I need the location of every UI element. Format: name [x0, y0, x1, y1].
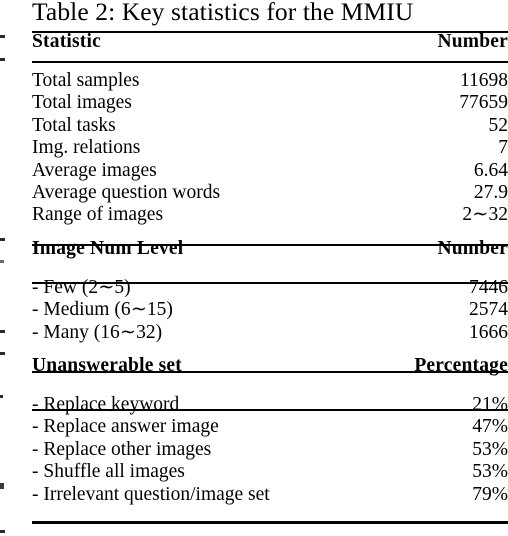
row-value: 6.64 — [473, 159, 508, 181]
section-header-row-image-num-level: Image Num Level Number — [32, 238, 508, 268]
column-header-number: Number — [437, 237, 508, 259]
table-row: - Irrelevant question/image set 79% — [32, 484, 508, 506]
row-value: 7 — [498, 137, 508, 159]
row-label: Average question words — [32, 182, 221, 204]
row-value: 11698 — [459, 70, 508, 91]
key-statistics-table: Statistic Number Total samples 11698 Tot… — [32, 31, 508, 506]
row-label: - Irrelevant question/image set — [32, 483, 270, 505]
table-caption: Table 2: Key statistics for the MMIU — [32, 0, 414, 26]
row-label: - Shuffle all images — [32, 461, 185, 483]
column-header-number: Number — [437, 31, 508, 52]
crop-artifact-mark — [0, 330, 5, 333]
table-body: Statistic Number Total samples 11698 Tot… — [32, 31, 508, 506]
spacer-cell — [332, 385, 508, 394]
section-rule-spacer — [32, 227, 508, 238]
column-header-percentage: Percentage — [414, 355, 508, 377]
crop-artifact-mark — [0, 395, 3, 398]
table-row: - Replace answer image 47% — [32, 416, 508, 438]
section-rule-spacer — [32, 268, 508, 277]
table-row: - Replace other images 53% — [32, 439, 508, 461]
table-row: Total samples 11698 — [32, 70, 508, 92]
row-value: 21% — [472, 394, 508, 416]
spacer-cell — [332, 61, 508, 70]
table-bottomrule — [32, 521, 508, 524]
crop-artifact-mark — [0, 58, 5, 61]
column-header-image-num-level: Image Num Level — [32, 237, 184, 259]
spacer-cell — [32, 385, 332, 394]
spacer-cell — [32, 344, 332, 355]
row-label: - Few (2∼5) — [32, 276, 131, 298]
row-label: Img. relations — [32, 137, 141, 159]
row-label: Range of images — [32, 204, 164, 226]
section-rule-spacer — [32, 385, 508, 394]
row-value: 52 — [488, 114, 508, 136]
table-row: Range of images 2∼32 — [32, 204, 508, 226]
table-row: Img. relations 7 — [32, 137, 508, 159]
crop-artifact-mark — [0, 260, 4, 263]
row-label: - Medium (6∼15) — [32, 299, 173, 321]
row-label: Average images — [32, 159, 157, 181]
section-rule-spacer — [32, 344, 508, 355]
row-value: 79% — [472, 483, 508, 505]
row-label: Total tasks — [32, 114, 116, 136]
spacer-cell — [332, 268, 508, 277]
row-value: 47% — [472, 416, 508, 438]
table-row: - Few (2∼5) 7446 — [32, 277, 508, 299]
table-row: - Replace keyword 21% — [32, 394, 508, 416]
spacer-cell — [32, 61, 332, 70]
row-label: Total images — [32, 92, 132, 114]
crop-artifact-mark — [0, 238, 5, 241]
crop-artifact-mark — [0, 530, 5, 533]
section-header-row-statistic: Statistic Number — [32, 31, 508, 61]
spacer-cell — [332, 344, 508, 355]
table-row: - Many (16∼32) 1666 — [32, 322, 508, 344]
crop-artifact-mark — [0, 35, 5, 38]
table-row: - Medium (6∼15) 2574 — [32, 299, 508, 321]
row-value: 27.9 — [473, 182, 508, 204]
spacer-cell — [32, 227, 332, 238]
row-label: - Replace other images — [32, 438, 212, 460]
row-value: 2574 — [469, 299, 508, 321]
row-value: 7446 — [469, 276, 508, 298]
row-label: - Replace keyword — [32, 394, 180, 416]
table-row: Average question words 27.9 — [32, 182, 508, 204]
row-value: 1666 — [469, 321, 508, 343]
row-value: 77659 — [459, 92, 508, 114]
table-row: Average images 6.64 — [32, 160, 508, 182]
spacer-cell — [332, 227, 508, 238]
row-label: - Many (16∼32) — [32, 321, 163, 343]
table-row: Total images 77659 — [32, 92, 508, 114]
row-label: - Replace answer image — [32, 416, 219, 438]
spacer-cell — [32, 268, 332, 277]
table-row: - Shuffle all images 53% — [32, 461, 508, 483]
section-rule-spacer — [32, 61, 508, 70]
row-label: Total samples — [32, 70, 140, 91]
row-value: 53% — [472, 438, 508, 460]
column-header-statistic: Statistic — [32, 31, 101, 52]
crop-artifact-mark — [0, 483, 4, 489]
section-header-row-unanswerable-set: Unanswerable set Percentage — [32, 355, 508, 385]
table-row: Total tasks 52 — [32, 115, 508, 137]
row-value: 53% — [472, 461, 508, 483]
row-value: 2∼32 — [462, 204, 508, 226]
crop-artifact-mark — [0, 352, 5, 355]
column-header-unanswerable-set: Unanswerable set — [32, 355, 182, 377]
